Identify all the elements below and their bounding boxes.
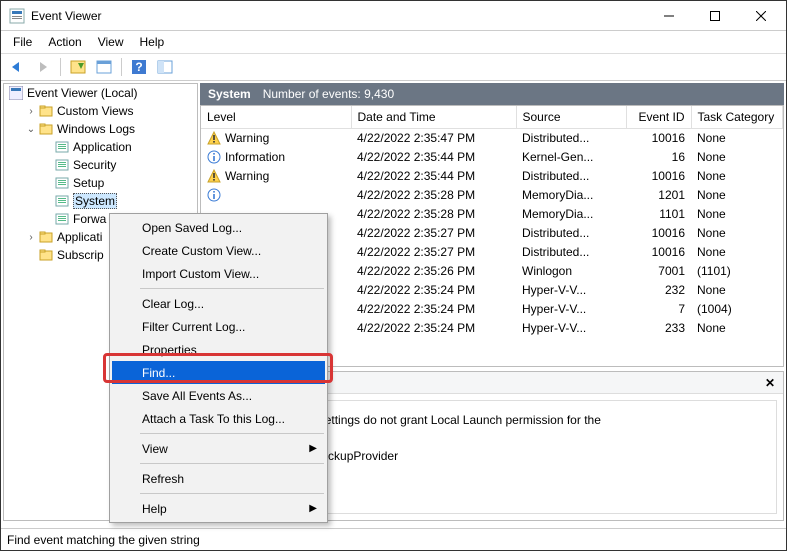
menu-bar: File Action View Help: [1, 31, 786, 53]
minimize-button[interactable]: [646, 1, 692, 31]
context-menu-item[interactable]: Create Custom View...: [112, 239, 325, 262]
tree-item[interactable]: Application: [4, 138, 197, 156]
context-menu-label: Save All Events As...: [142, 389, 252, 403]
status-text: Find event matching the given string: [7, 533, 200, 547]
tree-item-label: Windows Logs: [57, 122, 135, 136]
tree-item-label: Custom Views: [57, 104, 133, 118]
context-menu-item[interactable]: Open Saved Log...: [112, 216, 325, 239]
tree-item-label: Setup: [73, 176, 104, 190]
menu-help[interactable]: Help: [132, 33, 173, 51]
context-menu-label: View: [142, 442, 168, 456]
context-menu-label: Create Custom View...: [142, 244, 261, 258]
toolbar-extra-button[interactable]: [153, 56, 177, 78]
tree-twist-icon[interactable]: ›: [24, 106, 38, 117]
context-menu-label: Find...: [142, 366, 175, 380]
back-button[interactable]: [5, 56, 29, 78]
tree-node-icon: [38, 121, 54, 137]
table-row[interactable]: Information4/22/2022 2:35:44 PMKernel-Ge…: [201, 147, 783, 166]
context-menu-item[interactable]: Refresh: [112, 467, 325, 490]
context-menu-separator: [140, 433, 324, 434]
pane-header: System Number of events: 9,430: [200, 83, 784, 105]
context-menu-separator: [140, 288, 324, 289]
toolbar: ?: [1, 53, 786, 81]
tree-item[interactable]: System: [4, 192, 197, 210]
event-viewer-icon: [8, 85, 24, 101]
context-menu-item[interactable]: Find...: [112, 361, 325, 384]
tree-twist-icon[interactable]: ⌄: [24, 124, 38, 135]
close-button[interactable]: [738, 1, 784, 31]
context-menu-item[interactable]: Attach a Task To this Log...: [112, 407, 325, 430]
col-eventid[interactable]: Event ID: [626, 106, 691, 128]
pane-title: System: [208, 87, 251, 101]
table-row[interactable]: 4/22/2022 2:35:28 PMMemoryDia...1201None: [201, 185, 783, 204]
tree-node-icon: [54, 211, 70, 227]
menu-view[interactable]: View: [90, 33, 132, 51]
context-menu-item[interactable]: Filter Current Log...: [112, 315, 325, 338]
title-bar: Event Viewer: [1, 1, 786, 31]
submenu-arrow-icon: ▶: [309, 503, 317, 514]
context-menu-item[interactable]: Save All Events As...: [112, 384, 325, 407]
context-menu-label: Properties: [142, 343, 197, 357]
tree-item[interactable]: Setup: [4, 174, 197, 192]
col-taskcategory[interactable]: Task Category: [691, 106, 783, 128]
context-menu-item[interactable]: Import Custom View...: [112, 262, 325, 285]
tree-node-icon: [54, 139, 70, 155]
tree-twist-icon[interactable]: ›: [24, 232, 38, 243]
menu-action[interactable]: Action: [40, 33, 89, 51]
tree-item[interactable]: › Custom Views: [4, 102, 197, 120]
context-menu-separator: [140, 493, 324, 494]
status-bar: Find event matching the given string: [1, 528, 786, 550]
col-level[interactable]: Level: [201, 106, 351, 128]
tree-item-label: Application: [73, 140, 132, 154]
context-menu-item[interactable]: View ▶: [112, 437, 325, 460]
context-menu-label: Attach a Task To this Log...: [142, 412, 285, 426]
tree-node-icon: [54, 193, 70, 209]
context-menu-label: Import Custom View...: [142, 267, 259, 281]
tree-item[interactable]: ⌄ Windows Logs: [4, 120, 197, 138]
warning-icon: [207, 169, 221, 183]
app-icon: [9, 8, 25, 24]
tree-item-label: Subscrip: [57, 248, 104, 262]
forward-button[interactable]: [31, 56, 55, 78]
window-title: Event Viewer: [31, 9, 646, 23]
menu-file[interactable]: File: [5, 33, 40, 51]
tree-node-icon: [54, 157, 70, 173]
submenu-arrow-icon: ▶: [309, 443, 317, 454]
svg-text:?: ?: [135, 60, 142, 74]
help-button[interactable]: ?: [127, 56, 151, 78]
context-menu[interactable]: Open Saved Log... Create Custom View... Im…: [109, 213, 328, 523]
maximize-button[interactable]: [692, 1, 738, 31]
context-menu-label: Open Saved Log...: [142, 221, 242, 235]
tree-item-label: Security: [73, 158, 116, 172]
context-menu-item[interactable]: Clear Log...: [112, 292, 325, 315]
info-icon: [207, 188, 221, 202]
pane-event-count: Number of events: 9,430: [263, 87, 394, 101]
context-menu-label: Help: [142, 502, 167, 516]
context-menu-label: Filter Current Log...: [142, 320, 245, 334]
context-menu-item[interactable]: Properties: [112, 338, 325, 361]
show-hide-tree-button[interactable]: [66, 56, 90, 78]
tree-item-label: Applicati: [57, 230, 102, 244]
context-menu-label: Clear Log...: [142, 297, 204, 311]
context-menu-label: Refresh: [142, 472, 184, 486]
warning-icon: [207, 131, 221, 145]
tree-node-icon: [38, 229, 54, 245]
info-icon: [207, 150, 221, 164]
context-menu-separator: [140, 463, 324, 464]
detail-close-icon[interactable]: ✕: [765, 376, 775, 390]
tree-node-icon: [38, 103, 54, 119]
tree-item-label: System: [73, 193, 117, 209]
properties-button[interactable]: [92, 56, 116, 78]
tree-item[interactable]: Security: [4, 156, 197, 174]
col-datetime[interactable]: Date and Time: [351, 106, 516, 128]
tree-item-label: Forwa: [73, 212, 106, 226]
tree-node-icon: [54, 175, 70, 191]
tree-node-icon: [38, 247, 54, 263]
col-source[interactable]: Source: [516, 106, 626, 128]
context-menu-item[interactable]: Help ▶: [112, 497, 325, 520]
table-row[interactable]: Warning4/22/2022 2:35:47 PMDistributed..…: [201, 128, 783, 147]
tree-root[interactable]: Event Viewer (Local): [4, 84, 197, 102]
table-row[interactable]: Warning4/22/2022 2:35:44 PMDistributed..…: [201, 166, 783, 185]
